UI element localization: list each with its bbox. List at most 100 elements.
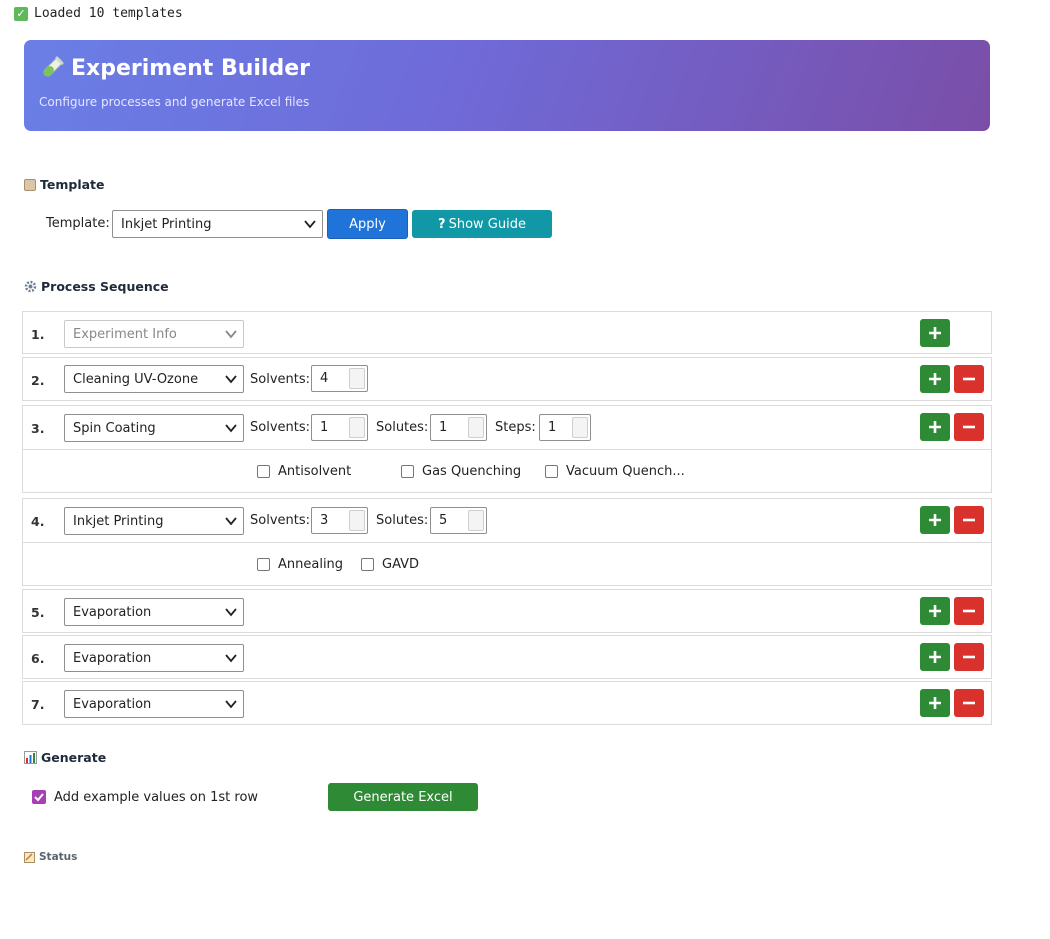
plus-icon xyxy=(929,421,941,433)
page-subtitle: Configure processes and generate Excel f… xyxy=(39,95,310,109)
process-select-value: Evaporation xyxy=(73,650,152,666)
header-banner: Experiment Builder Configure processes a… xyxy=(24,40,990,131)
remove-step-button[interactable] xyxy=(954,365,984,393)
annealing-checkbox[interactable] xyxy=(257,558,270,571)
gas-quenching-checkbox[interactable] xyxy=(401,465,414,478)
process-row-1: 1. Experiment Info xyxy=(22,311,992,354)
solvents-label: Solvents: xyxy=(250,513,310,528)
remove-step-button[interactable] xyxy=(954,597,984,625)
row-divider xyxy=(23,542,991,543)
template-select-value: Inkjet Printing xyxy=(121,216,212,232)
remove-step-button[interactable] xyxy=(954,643,984,671)
process-select[interactable]: Evaporation xyxy=(64,690,244,718)
solvents-input[interactable]: 3 xyxy=(311,507,368,534)
minus-icon xyxy=(963,655,975,659)
chevron-down-icon xyxy=(225,517,237,526)
example-values-checkbox[interactable] xyxy=(32,790,46,804)
add-step-button[interactable] xyxy=(920,319,950,347)
plus-icon xyxy=(929,514,941,526)
process-select[interactable]: Evaporation xyxy=(64,644,244,672)
steps-value: 1 xyxy=(548,420,557,435)
process-select-value: Spin Coating xyxy=(73,420,156,436)
steps-input[interactable]: 1 xyxy=(539,414,591,441)
row-number: 3. xyxy=(31,421,45,436)
process-row-7: 7. Evaporation xyxy=(22,681,992,725)
add-step-button[interactable] xyxy=(920,689,950,717)
chevron-down-icon xyxy=(225,375,237,384)
gavd-checkbox[interactable] xyxy=(361,558,374,571)
template-section-title: Template xyxy=(24,177,105,192)
add-step-button[interactable] xyxy=(920,597,950,625)
remove-step-button[interactable] xyxy=(954,413,984,441)
status-section-title-text: Status xyxy=(39,851,78,863)
load-status: ✓ Loaded 10 templates xyxy=(14,6,183,21)
process-section-title: Process Sequence xyxy=(24,279,169,294)
clipboard-icon xyxy=(24,178,36,191)
process-section-title-text: Process Sequence xyxy=(41,279,169,294)
chevron-down-icon xyxy=(225,608,237,617)
template-label: Template: xyxy=(46,216,110,231)
minus-icon xyxy=(963,609,975,613)
solutes-value: 5 xyxy=(439,513,448,528)
process-select[interactable]: Cleaning UV-Ozone xyxy=(64,365,244,393)
solvents-input[interactable]: 4 xyxy=(311,365,368,392)
minus-icon xyxy=(963,377,975,381)
show-guide-button[interactable]: ? Show Guide xyxy=(412,210,552,238)
solvents-value: 4 xyxy=(320,371,329,386)
stepper-arrows[interactable] xyxy=(349,368,365,389)
plus-icon xyxy=(929,373,941,385)
add-step-button[interactable] xyxy=(920,506,950,534)
template-select[interactable]: Inkjet Printing xyxy=(112,210,323,238)
process-select[interactable]: Inkjet Printing xyxy=(64,507,244,535)
remove-step-button[interactable] xyxy=(954,506,984,534)
solvents-input[interactable]: 1 xyxy=(311,414,368,441)
process-select-value: Evaporation xyxy=(73,696,152,712)
status-section-title: Status xyxy=(24,851,77,863)
antisolvent-checkbox[interactable] xyxy=(257,465,270,478)
show-guide-label: Show Guide xyxy=(448,216,526,232)
process-select-value: Evaporation xyxy=(73,604,152,620)
process-row-2: 2. Cleaning UV-Ozone Solvents: 4 xyxy=(22,357,992,401)
solutes-label: Solutes: xyxy=(376,420,429,435)
generate-excel-button[interactable]: Generate Excel xyxy=(328,783,478,811)
page-title-text: Experiment Builder xyxy=(71,55,310,81)
minus-icon xyxy=(963,425,975,429)
add-step-button[interactable] xyxy=(920,413,950,441)
check-icon: ✓ xyxy=(14,6,28,21)
memo-icon xyxy=(24,851,35,863)
plus-icon xyxy=(929,327,941,339)
chevron-down-icon xyxy=(225,654,237,663)
process-row-3: 3. Spin Coating Solvents: 1 Solutes: 1 S… xyxy=(22,405,992,493)
solvents-value: 1 xyxy=(320,420,329,435)
apply-button[interactable]: Apply xyxy=(327,209,408,239)
row-divider xyxy=(23,449,991,450)
question-icon: ? xyxy=(438,216,446,232)
stepper-arrows[interactable] xyxy=(349,417,365,438)
stepper-arrows[interactable] xyxy=(572,417,588,438)
vacuum-quenching-checkbox[interactable] xyxy=(545,465,558,478)
row-number: 5. xyxy=(31,605,45,620)
process-select-value: Inkjet Printing xyxy=(73,513,164,529)
solutes-input[interactable]: 1 xyxy=(430,414,487,441)
gas-quenching-label: Gas Quenching xyxy=(422,464,522,479)
process-select[interactable]: Experiment Info xyxy=(64,320,244,348)
process-select[interactable]: Spin Coating xyxy=(64,414,244,442)
row-number: 1. xyxy=(31,327,45,342)
solutes-input[interactable]: 5 xyxy=(430,507,487,534)
plus-icon xyxy=(929,605,941,617)
stepper-arrows[interactable] xyxy=(468,417,484,438)
stepper-arrows[interactable] xyxy=(349,510,365,531)
steps-label: Steps: xyxy=(495,420,536,435)
process-select[interactable]: Evaporation xyxy=(64,598,244,626)
stepper-arrows[interactable] xyxy=(468,510,484,531)
test-tube-icon xyxy=(43,56,64,77)
check-icon xyxy=(34,793,44,802)
antisolvent-label: Antisolvent xyxy=(278,464,352,479)
add-step-button[interactable] xyxy=(920,643,950,671)
remove-step-button[interactable] xyxy=(954,689,984,717)
add-step-button[interactable] xyxy=(920,365,950,393)
chevron-down-icon xyxy=(225,700,237,709)
annealing-label: Annealing xyxy=(278,557,344,572)
chevron-down-icon xyxy=(225,330,237,339)
process-select-value: Cleaning UV-Ozone xyxy=(73,371,199,387)
